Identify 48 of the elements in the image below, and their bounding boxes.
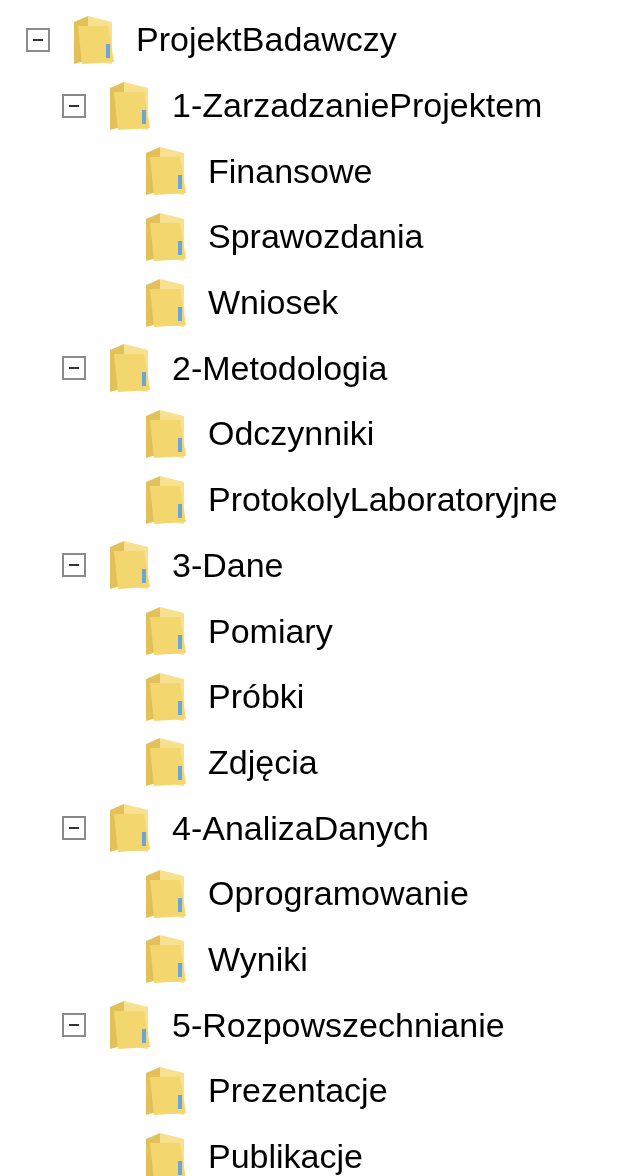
folder-name[interactable]: Prezentacje	[208, 1071, 388, 1111]
minus-icon	[69, 827, 79, 830]
folder-icon	[144, 276, 188, 329]
folder-name[interactable]: Pomiary	[208, 611, 333, 651]
minus-icon	[69, 564, 79, 567]
folder-name[interactable]: 5-Rozpowszechnianie	[172, 1005, 505, 1045]
folder-name[interactable]: Wyniki	[208, 939, 308, 979]
minus-icon	[69, 367, 79, 370]
minus-icon	[69, 1024, 79, 1027]
folder-icon	[144, 1130, 188, 1176]
minus-icon	[33, 38, 43, 41]
folder-name[interactable]: Sprawozdania	[208, 217, 424, 257]
folder-name[interactable]: 4-AnalizaDanych	[172, 808, 430, 848]
folder-icon	[144, 605, 188, 658]
folder-icon	[144, 670, 188, 723]
folder-icon	[108, 79, 152, 132]
folder-name[interactable]: ProjektBadawczy	[136, 20, 397, 60]
folder-name[interactable]: Odczynniki	[208, 414, 375, 454]
collapse-toggle[interactable]	[62, 1013, 86, 1038]
folder-icon	[144, 933, 188, 986]
collapse-toggle[interactable]	[62, 356, 86, 381]
folder-icon	[108, 999, 152, 1052]
collapse-toggle[interactable]	[62, 93, 86, 118]
folder-name[interactable]: Oprogramowanie	[208, 874, 469, 914]
folder-icon	[72, 13, 116, 66]
folder-icon	[108, 802, 152, 855]
folder-name[interactable]: 3-Dane	[172, 545, 284, 585]
folder-name[interactable]: Wniosek	[208, 283, 339, 323]
folder-icon	[144, 145, 188, 198]
minus-icon	[69, 104, 79, 107]
folder-icon	[144, 867, 188, 920]
folder-icon	[144, 407, 188, 460]
collapse-toggle[interactable]	[62, 553, 86, 578]
folder-name[interactable]: 2-Metodologia	[172, 348, 388, 388]
folder-name[interactable]: Publikacje	[208, 1137, 363, 1176]
folder-name[interactable]: Finansowe	[208, 151, 373, 191]
folder-icon	[144, 210, 188, 263]
folder-icon	[144, 1064, 188, 1117]
folder-icon	[108, 342, 152, 395]
folder-name[interactable]: Zdjęcia	[208, 742, 318, 782]
folder-icon	[144, 736, 188, 789]
folder-icon	[144, 473, 188, 526]
folder-name[interactable]: ProtokolyLaboratoryjne	[208, 480, 558, 520]
collapse-toggle[interactable]	[26, 27, 50, 52]
folder-name[interactable]: Próbki	[208, 677, 305, 717]
folder-icon	[108, 539, 152, 592]
collapse-toggle[interactable]	[62, 816, 86, 841]
folder-name[interactable]: 1-ZarzadzanieProjektem	[172, 86, 543, 126]
